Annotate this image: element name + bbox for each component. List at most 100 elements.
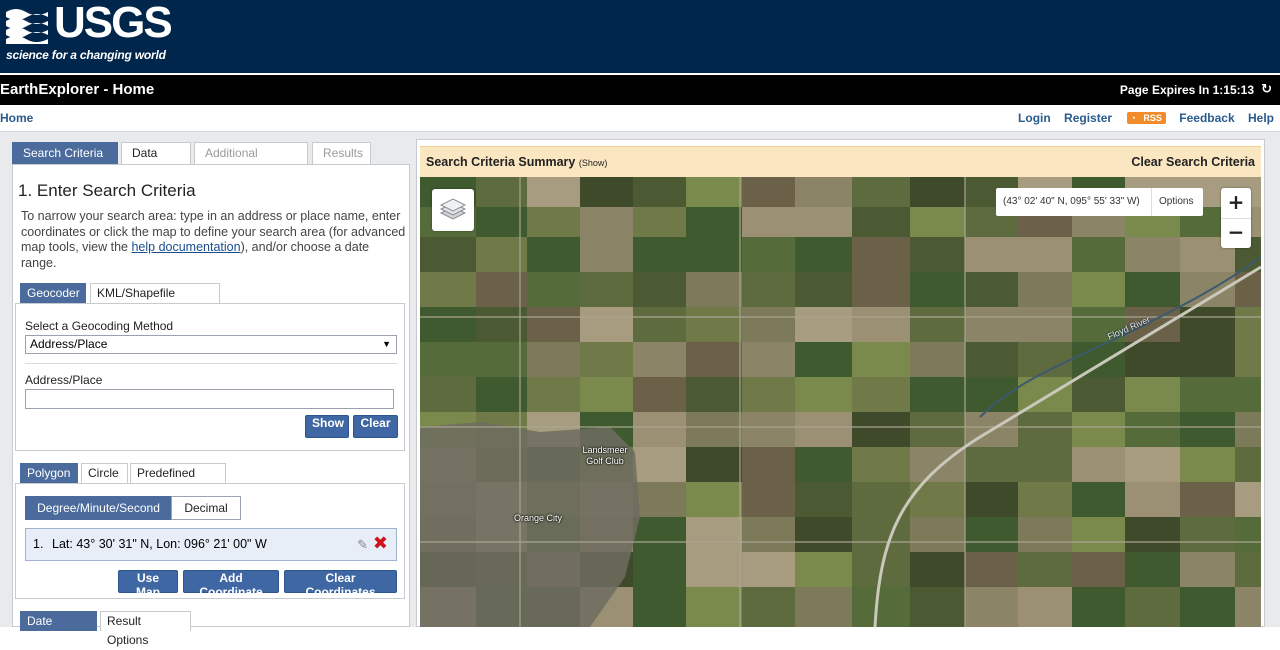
field-parcel: [686, 447, 742, 482]
add-coordinate-button[interactable]: Add Coordinate: [183, 570, 279, 599]
map-view[interactable]: Landsmeer Golf Club Orange City Floyd Ri…: [420, 177, 1261, 627]
field-parcel: [686, 207, 742, 237]
field-parcel: [633, 412, 686, 447]
tab-kml-shapefile-upload[interactable]: KML/Shapefile Upload: [90, 283, 220, 319]
summary-show-link[interactable]: (Show): [579, 158, 608, 168]
refresh-icon[interactable]: ↻: [1261, 82, 1272, 97]
map-options-button[interactable]: Options: [1151, 188, 1193, 216]
clear-coordinates-button[interactable]: Clear Coordinates: [284, 570, 397, 599]
summary-title-text: Search Criteria Summary: [426, 155, 576, 169]
app-title-bar: EarthExplorer - Home Page Expires In 1:1…: [0, 73, 1280, 105]
address-place-input[interactable]: [25, 389, 394, 409]
geocoder-box: Select a Geocoding Method Address/Place ▼…: [15, 303, 405, 451]
field-parcel: [1018, 237, 1072, 272]
field-parcel: [1125, 237, 1180, 272]
field-parcel: [633, 587, 686, 627]
field-parcel: [580, 377, 633, 412]
tab-date-range[interactable]: Date Range: [20, 611, 97, 647]
field-parcel: [420, 342, 476, 377]
field-parcel: [910, 377, 965, 412]
field-parcel: [965, 587, 1018, 627]
field-parcel: [633, 482, 686, 517]
field-parcel: [580, 307, 633, 342]
format-decimal[interactable]: Decimal: [171, 496, 241, 520]
field-parcel: [910, 177, 965, 207]
field-parcel: [1018, 482, 1072, 517]
help-documentation-link[interactable]: help documentation: [131, 240, 240, 254]
field-parcel: [420, 307, 476, 342]
field-parcel: [1072, 377, 1125, 412]
field-parcel: [795, 447, 852, 482]
field-parcel: [1235, 342, 1261, 377]
tab-result-options[interactable]: Result Options: [100, 611, 191, 647]
tab-circle[interactable]: Circle: [81, 463, 128, 483]
nav-home-link[interactable]: Home: [0, 111, 33, 125]
field-parcel: [633, 377, 686, 412]
zoom-in-button[interactable]: +: [1221, 188, 1251, 219]
tab-geocoder[interactable]: Geocoder: [20, 283, 86, 303]
zoom-out-button[interactable]: −: [1221, 218, 1251, 248]
login-link[interactable]: Login: [1018, 111, 1051, 125]
satellite-imagery: [420, 177, 1261, 627]
field-parcel: [795, 177, 852, 207]
field-parcel: [852, 517, 910, 552]
field-parcel: [686, 552, 742, 587]
tab-data-sets[interactable]: Data Sets: [121, 142, 191, 181]
field-parcel: [852, 307, 910, 342]
clear-search-criteria-link[interactable]: Clear Search Criteria: [1131, 155, 1255, 169]
session-expiry-text: Page Expires In 1:15:13: [1119, 83, 1254, 97]
tab-results[interactable]: Results: [312, 142, 371, 164]
help-link[interactable]: Help: [1248, 111, 1274, 125]
field-parcel: [795, 207, 852, 237]
tab-polygon[interactable]: Polygon: [20, 463, 78, 483]
usgs-header: USGS science for a changing world: [0, 0, 1280, 73]
field-parcel: [633, 272, 686, 307]
divider: [25, 363, 397, 364]
layers-button[interactable]: [432, 189, 474, 231]
show-button[interactable]: Show: [305, 415, 349, 438]
field-parcel: [795, 237, 852, 272]
tab-additional-criteria[interactable]: Additional Criteria: [194, 142, 308, 181]
field-parcel: [795, 517, 852, 552]
field-parcel: [1235, 517, 1261, 552]
rss-button[interactable]: ◔ RSS: [1127, 112, 1166, 124]
geocoding-method-value: Address/Place: [30, 337, 108, 351]
field-parcel: [1235, 482, 1261, 517]
edit-icon[interactable]: ✎: [357, 537, 368, 553]
field-parcel: [910, 342, 965, 377]
field-parcel: [1235, 377, 1261, 412]
golf-club-label: Landsmeer Golf Club: [582, 445, 628, 466]
field-parcel: [965, 307, 1018, 342]
use-map-button[interactable]: Use Map: [118, 570, 178, 599]
field-parcel: [1235, 307, 1261, 342]
search-instructions: To narrow your search area: type in an a…: [21, 209, 406, 271]
cursor-coordinates: (43° 02' 40" N, 095° 55' 33" W): [1003, 196, 1140, 207]
field-parcel: [1072, 237, 1125, 272]
layers-icon: [439, 198, 467, 220]
register-link[interactable]: Register: [1064, 111, 1112, 125]
field-parcel: [965, 482, 1018, 517]
tab-predefined-area[interactable]: Predefined Area: [130, 463, 226, 499]
geocoding-method-select[interactable]: Address/Place ▼: [25, 335, 397, 354]
field-parcel: [1235, 552, 1261, 587]
field-parcel: [1125, 587, 1180, 627]
format-degree-minute-second[interactable]: Degree/Minute/Second: [25, 496, 172, 520]
field-parcel: [580, 237, 633, 272]
field-parcel: [852, 207, 910, 237]
field-parcel: [1018, 307, 1072, 342]
field-parcel: [1125, 552, 1180, 587]
feedback-link[interactable]: Feedback: [1179, 111, 1234, 125]
field-parcel: [742, 377, 795, 412]
tab-search-criteria[interactable]: Search Criteria: [12, 142, 118, 164]
rss-label: RSS: [1143, 113, 1162, 123]
field-parcel: [580, 177, 633, 207]
delete-icon[interactable]: ✖: [373, 533, 388, 554]
field-parcel: [852, 177, 910, 207]
logo-tagline: science for a changing world: [6, 48, 166, 62]
zoom-control: + −: [1221, 188, 1251, 248]
field-parcel: [476, 177, 527, 207]
field-parcel: [633, 307, 686, 342]
coordinate-index: 1.: [33, 537, 44, 551]
clear-button[interactable]: Clear: [353, 415, 398, 438]
field-parcel: [686, 342, 742, 377]
